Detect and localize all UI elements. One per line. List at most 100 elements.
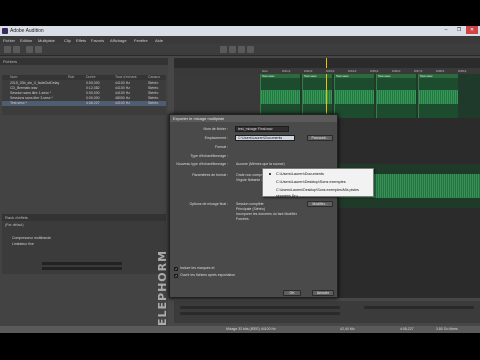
spectral-icon[interactable] <box>26 46 33 53</box>
ruler-label: hms <box>262 69 268 73</box>
checkbox-box: ✓ <box>174 267 178 271</box>
menu-clip[interactable]: Clip <box>64 38 71 43</box>
audio-clip[interactable]: Test.sesx <box>302 74 332 118</box>
mix-options-line-1: Session complète <box>236 202 264 206</box>
menu-edition[interactable]: Edition <box>20 38 32 43</box>
table-row[interactable]: Test.sesx * 4:08,227 44100 Hz Stéréo <box>2 101 166 106</box>
col-channels[interactable]: Canaux <box>148 75 160 79</box>
multitrack-view-icon[interactable] <box>13 46 20 53</box>
status-duration: 4:08,227 <box>400 327 414 331</box>
waveform <box>419 90 458 104</box>
ok-button[interactable]: OK <box>283 290 301 296</box>
format-params-label: Paramètres de format : <box>192 173 228 177</box>
file-duration: 0:12,082 <box>86 86 100 90</box>
letterbox-bottom <box>0 333 480 360</box>
close-button[interactable]: ✕ <box>466 26 478 34</box>
effect-slot-2[interactable]: Limitateur fixe <box>12 242 34 246</box>
mix-options-line-4: Forcées <box>236 217 249 221</box>
file-name: CD_Bremabr.wav <box>10 86 38 90</box>
minimize-button[interactable]: – <box>440 26 452 34</box>
razor-tool-icon[interactable] <box>229 46 236 53</box>
location-option-label: C:\Users\Lauren\Desktop\Sons exemples\Mi… <box>276 188 359 198</box>
pitch-icon[interactable] <box>35 46 42 53</box>
modify-mix-button[interactable]: Modifier... <box>307 201 333 207</box>
audio-clip[interactable]: Test.sesx <box>418 74 458 118</box>
slip-tool-icon[interactable] <box>238 46 245 53</box>
clip-label: Test.sesx <box>419 74 458 78</box>
menu-affichage[interactable]: Affichage <box>110 38 127 43</box>
letterbox-top <box>0 0 480 26</box>
location-select[interactable]: C:\Users\Lauren\Documents <box>235 135 295 141</box>
effect-slot-1[interactable]: Compresseur multibande <box>12 236 51 240</box>
file-duration: 0:00,000 <box>86 81 100 85</box>
sample-type-label: Type d'échantillonnage : <box>190 154 228 158</box>
location-option-label: C:\Users\Lauren\Desktop\Sons exemples <box>276 180 346 184</box>
file-name: 2015_03b_sin_0_fadeOutDelay <box>10 81 60 85</box>
menu-fichier[interactable]: Fichier <box>3 38 15 43</box>
time-selection-tool-icon[interactable] <box>247 46 254 53</box>
file-name: Test.sesx * <box>10 101 27 105</box>
location-option[interactable]: C:\Users\Lauren\Desktop\Sons exemples <box>266 179 372 185</box>
maximize-button[interactable]: ❐ <box>453 26 465 34</box>
menu-fenetre[interactable]: Fenêtre <box>134 38 148 43</box>
new-sample-type-label: Nouveau type d'échantillonnage : <box>176 162 228 166</box>
mix-options-label: Options de mixage final : <box>189 202 228 206</box>
files-table: Nom Etat Durée Taux d'échant. Canaux 201… <box>2 75 166 115</box>
move-tool-icon[interactable] <box>220 46 227 53</box>
col-rate[interactable]: Taux d'échant. <box>115 75 137 79</box>
include-markers-checkbox[interactable]: ✓ Inclure les marques et <box>174 266 214 271</box>
timeline-ruler[interactable]: hms 0:01,0 0:02,0 0:03,0 0:04,0 0:05,0 0… <box>174 68 480 74</box>
dialog-title: Exporter le mixage multipiste <box>170 115 337 122</box>
location-option[interactable]: C:\Users\Lauren\Documents <box>266 171 372 177</box>
level-meter <box>180 306 340 309</box>
file-channels: Stéréo <box>148 81 159 85</box>
files-panel-title: Fichiers <box>0 58 168 65</box>
col-name[interactable]: Nom <box>10 75 17 79</box>
status-bar: Mixage 32 bits (IEEE) 44100 Hz 42,44 Mo … <box>0 326 480 333</box>
new-sample-type-value: Aucune (Mêmes que la source) <box>236 162 285 166</box>
col-duration[interactable]: Durée <box>86 75 96 79</box>
track-controls[interactable] <box>174 74 260 118</box>
toolbar <box>0 44 480 56</box>
menu-aide[interactable]: Aide <box>155 38 163 43</box>
waveform <box>335 90 374 104</box>
file-channels: Stéréo <box>148 86 159 90</box>
title-bar: Adobe Audition – ❐ ✕ <box>0 26 480 36</box>
menu-favoris[interactable]: Favoris <box>91 38 104 43</box>
audio-clip[interactable]: Test.sesx <box>334 74 374 118</box>
status-mix-format: Mixage 32 bits (IEEE) 44100 Hz <box>226 327 276 331</box>
audio-clip[interactable]: Test.sesx <box>376 74 416 118</box>
menu-bar: Fichier Edition Multipiste Clip Effets F… <box>0 36 480 44</box>
effects-preset[interactable]: (Par défaut) <box>5 223 23 227</box>
location-option-label: C:\Users\Lauren\Documents <box>276 172 324 176</box>
clip-label: Test.sesx <box>261 74 300 78</box>
open-after-export-checkbox[interactable]: ✓ Ouvrir les fichiers après exportation <box>174 273 235 278</box>
file-duration: 0:00,000 <box>86 96 100 100</box>
browse-button[interactable]: Parcourir... <box>307 135 333 141</box>
level-meter <box>180 312 340 315</box>
ruler-label: 0:02,0 <box>304 69 313 73</box>
audio-clip[interactable]: Test.sesx <box>260 74 300 118</box>
waveform <box>377 90 416 104</box>
waveform-view-icon[interactable] <box>4 46 11 53</box>
menu-multipiste[interactable]: Multipiste <box>38 38 55 43</box>
audio-track: Test.sesx Test.sesx Test.sesx Test.sesx … <box>260 74 480 118</box>
file-rate: 44100 Hz <box>115 91 130 95</box>
menu-effets[interactable]: Effets <box>76 38 86 43</box>
audition-app-icon <box>2 28 8 34</box>
clip-label: Test.sesx <box>377 74 416 78</box>
file-name: Sessions sans titre 3.sesx * <box>10 96 53 100</box>
checkbox-box: ✓ <box>174 274 178 278</box>
ruler-label: 0:04,0 <box>348 69 357 73</box>
ruler-label: 0:08,0 <box>436 69 445 73</box>
file-name: Session sans titre 1.sesx * <box>10 91 52 95</box>
effects-rack-title: Rack d'effets <box>2 214 166 221</box>
file-name-field[interactable]: test_mixage Final.wav <box>235 126 289 132</box>
file-channels: Stéréo <box>148 101 159 105</box>
file-duration: 4:08,227 <box>86 101 100 105</box>
location-option[interactable]: C:\Users\Lauren\Desktop\Sons exemples\Mi… <box>266 187 372 198</box>
col-state[interactable]: Etat <box>68 75 74 79</box>
file-channels: Stéréo <box>148 91 159 95</box>
cancel-button[interactable]: Annuler <box>312 290 334 296</box>
level-meter <box>42 267 122 270</box>
